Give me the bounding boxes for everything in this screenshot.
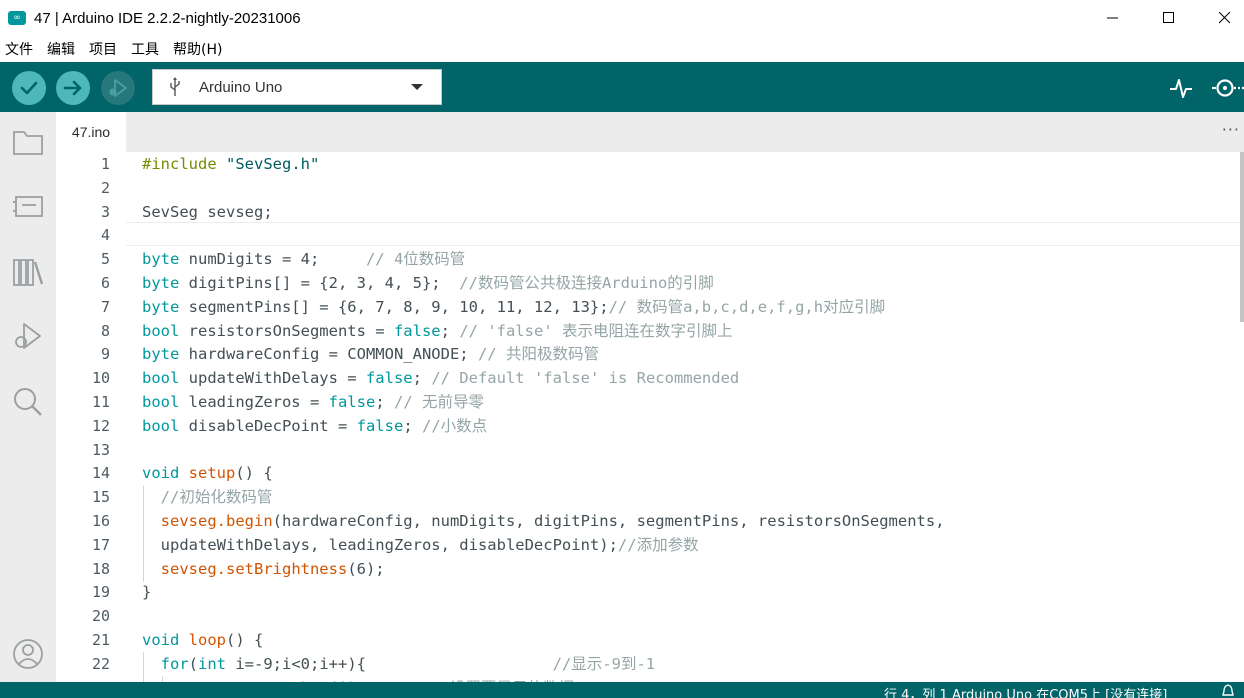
serial-plotter-button[interactable] — [1168, 75, 1194, 101]
code-line[interactable]: byte numDigits = 4; // 4位数码管 — [142, 247, 465, 271]
line-number: 16 — [91, 512, 110, 530]
line-number: 21 — [91, 631, 110, 649]
board-selector[interactable]: Arduino Uno — [152, 69, 442, 105]
code-line[interactable]: #include "SevSeg.h" — [142, 152, 319, 176]
line-number: 19 — [91, 583, 110, 602]
account-icon[interactable] — [10, 636, 46, 672]
maximize-icon — [1163, 12, 1174, 23]
bell-icon[interactable] — [1222, 684, 1234, 698]
minimize-button[interactable] — [1086, 0, 1140, 36]
close-icon — [1219, 12, 1231, 24]
code-line[interactable]: } — [142, 580, 151, 604]
upload-button[interactable] — [56, 71, 90, 105]
code-line[interactable]: bool leadingZeros = false; // 无前导零 — [142, 390, 484, 414]
search-icon[interactable] — [10, 384, 46, 420]
line-number: 1 — [100, 155, 110, 173]
code-line[interactable]: sevseg.begin(hardwareConfig, numDigits, … — [142, 509, 945, 533]
window-title: 47 | Arduino IDE 2.2.2-nightly-20231006 — [34, 9, 301, 27]
code-line[interactable]: void setup() { — [142, 461, 273, 485]
maximize-button[interactable] — [1142, 0, 1196, 36]
menu-tools[interactable]: 工具 — [126, 39, 159, 59]
editor-tab-bar: 47.ino ··· — [56, 112, 1244, 152]
code-line[interactable]: updateWithDelays, leadingZeros, disableD… — [142, 533, 699, 557]
line-number: 3 — [100, 202, 110, 221]
line-number: 14 — [91, 464, 110, 483]
serial-monitor-icon — [1212, 79, 1244, 97]
debug-button[interactable] — [101, 71, 135, 105]
line-number: 5 — [100, 250, 110, 269]
line-number: 20 — [91, 607, 110, 626]
code-line[interactable]: bool updateWithDelays = false; // Defaul… — [142, 366, 739, 390]
line-number: 17 — [91, 535, 110, 554]
toolbar: Arduino Uno — [0, 62, 1244, 112]
chevron-down-icon — [411, 84, 423, 90]
debug-icon — [109, 79, 127, 97]
line-number: 9 — [100, 345, 110, 364]
minimize-icon — [1107, 17, 1118, 19]
plotter-icon — [1170, 79, 1192, 98]
current-line-highlight — [126, 222, 1244, 246]
line-number: 8 — [100, 321, 110, 340]
line-number: 12 — [91, 416, 110, 435]
code-editor[interactable]: 1234567891011121314151617181920212223 #i… — [56, 152, 1244, 682]
checkmark-icon — [20, 81, 38, 95]
menu-file[interactable]: 文件 — [0, 39, 33, 59]
arduino-logo-icon: ∞ — [8, 11, 26, 25]
code-line[interactable]: SevSeg sevseg; — [142, 200, 273, 224]
code-line[interactable]: byte digitPins[] = {2, 3, 4, 5}; //数码管公共… — [142, 271, 714, 295]
debug-sidebar-icon[interactable] — [10, 318, 46, 354]
menu-bar: 文件 编辑 项目 工具 帮助(H) — [0, 36, 1244, 62]
arrow-right-icon — [63, 80, 82, 96]
code-line[interactable]: //初始化数码管 — [142, 485, 273, 509]
usb-icon — [167, 77, 183, 97]
tab-47-ino[interactable]: 47.ino — [56, 112, 126, 152]
library-manager-icon[interactable] — [10, 254, 46, 290]
menu-sketch[interactable]: 项目 — [84, 39, 117, 59]
code-line[interactable]: void loop() { — [142, 628, 263, 652]
line-number: 11 — [91, 393, 110, 411]
code-line[interactable]: for(int i=-9;i<0;i++){ //显示-9到-1 — [142, 652, 655, 676]
scrollbar[interactable] — [1240, 152, 1244, 322]
verify-button[interactable] — [12, 71, 46, 105]
line-number: 2 — [100, 178, 110, 197]
sketchbook-icon[interactable] — [10, 124, 46, 160]
line-number: 22 — [91, 654, 110, 673]
line-number: 7 — [100, 297, 110, 316]
board-name: Arduino Uno — [199, 78, 283, 96]
serial-monitor-button[interactable] — [1211, 75, 1244, 101]
indent-guide — [143, 652, 144, 682]
menu-edit[interactable]: 编辑 — [42, 39, 75, 59]
line-number: 4 — [100, 226, 110, 245]
code-line[interactable]: bool disableDecPoint = false; //小数点 — [142, 414, 487, 438]
line-number: 18 — [91, 559, 110, 578]
code-line[interactable]: byte segmentPins[] = {6, 7, 8, 9, 10, 11… — [142, 295, 885, 319]
status-bar: 行 4，列 1 Arduino Uno 在COM5上 [没有连接] — [0, 682, 1244, 698]
more-icon[interactable]: ··· — [1222, 120, 1240, 139]
code-line[interactable]: sevseg.setBrightness(6); — [142, 557, 385, 581]
menu-help[interactable]: 帮助(H) — [168, 39, 222, 59]
close-button[interactable] — [1198, 0, 1244, 36]
boards-manager-icon[interactable] — [10, 188, 46, 224]
line-number: 13 — [91, 440, 110, 459]
line-number: 10 — [91, 369, 110, 388]
line-number: 6 — [100, 274, 110, 292]
indent-guide — [143, 486, 144, 582]
code-line[interactable]: bool resistorsOnSegments = false; // 'fa… — [142, 319, 732, 343]
line-number: 15 — [91, 488, 110, 507]
title-bar: ∞ 47 | Arduino IDE 2.2.2-nightly-2023100… — [0, 0, 1244, 36]
status-text: 行 4，列 1 Arduino Uno 在COM5上 [没有连接] — [884, 688, 1168, 698]
code-line[interactable]: byte hardwareConfig = COMMON_ANODE; // 共… — [142, 342, 599, 366]
sidebar — [0, 112, 56, 682]
